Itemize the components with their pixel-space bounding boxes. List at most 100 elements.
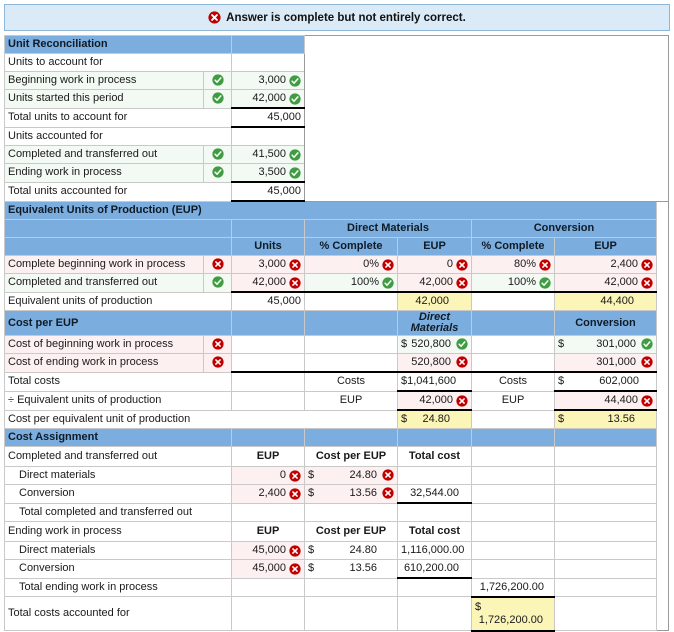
correct-icon xyxy=(289,92,301,105)
ending-work-in-process-eup-1[interactable]: 45,000 xyxy=(231,559,305,579)
ending-work-in-process-hdr-total-cost: Total cost xyxy=(397,521,472,542)
completed-transferred-out-label: Completed and transferred out xyxy=(4,446,232,467)
ur-label-6: Ending work in process xyxy=(4,163,204,183)
cpe-row-label-mark-1 xyxy=(203,353,232,373)
eup-units-1-value: 42,000 xyxy=(252,276,286,288)
completed-transferred-out-hdr-eup: EUP xyxy=(231,446,305,467)
incorrect-icon xyxy=(456,356,468,368)
ending-work-in-process-label: Ending work in process xyxy=(4,521,232,542)
ur-value-3: 45,000 xyxy=(231,107,305,128)
eup-total-eup-dm[interactable]: 42,000 xyxy=(397,291,472,311)
eup-pct-dm-1[interactable]: 100% xyxy=(304,273,398,293)
ending-work-in-process-total-label: Total ending work in process xyxy=(4,577,232,597)
correct-icon xyxy=(456,338,468,350)
total-costs-cv-caption: Costs xyxy=(471,371,555,392)
ur-value-6[interactable]: 3,500 xyxy=(231,163,305,183)
incorrect-icon xyxy=(641,356,653,368)
eup-pct-cv-1[interactable]: 100% xyxy=(471,273,555,293)
correct-icon xyxy=(211,74,224,86)
incorrect-icon xyxy=(211,258,224,270)
eup-units-1[interactable]: 42,000 xyxy=(231,273,305,293)
incorrect-icon xyxy=(382,487,394,499)
table-row: Direct materials 0 $24.80 xyxy=(4,466,669,485)
incorrect-icon xyxy=(382,258,394,271)
divide-eup-cv-caption: EUP xyxy=(471,390,555,411)
divide-eup-dm-caption: EUP xyxy=(304,390,398,411)
completed-transferred-out-total-blank-c xyxy=(554,502,657,522)
divide-eup-label: ÷ Equivalent units of production xyxy=(4,390,232,411)
ur-value-1[interactable]: 3,000 xyxy=(231,71,305,90)
ending-work-in-process-cost-0[interactable]: $24.80 xyxy=(304,541,398,560)
ur-value-5[interactable]: 41,500 xyxy=(231,145,305,164)
cost-per-unit-blank xyxy=(471,409,555,429)
completed-transferred-out-total-blank-a xyxy=(304,502,398,522)
cpe-row-label-0: Cost of beginning work in process xyxy=(4,335,204,354)
cpe-row-label-1: Cost of ending work in process xyxy=(4,353,204,373)
cpe-cv-1[interactable]: 301,000 xyxy=(554,353,657,373)
completed-transferred-out-cost-1[interactable]: $13.56 xyxy=(304,484,398,504)
completed-transferred-out-eup-1-value: 2,400 xyxy=(258,487,286,500)
eup-eup-cv-1[interactable]: 42,000 xyxy=(554,273,657,293)
eup-pct-cv-0-value: 80% xyxy=(513,258,536,270)
incorrect-icon xyxy=(641,276,653,289)
cpe-empty-1 xyxy=(304,353,398,373)
eup-units-0[interactable]: 3,000 xyxy=(231,255,305,274)
table-row: Conversion 2,400 $13.56 32,544.00 xyxy=(4,484,669,504)
ending-work-in-process-hdr-blank xyxy=(554,521,657,542)
completed-transferred-out-hdr-cost-per-eup: Cost per EUP xyxy=(304,446,398,467)
cpe-hdr-conversion: Conversion xyxy=(554,310,657,336)
eup-pct-cv-1-value: 100% xyxy=(507,276,536,288)
divide-eup-row: ÷ Equivalent units of production EUP 42,00… xyxy=(4,390,669,411)
divide-eup-dm[interactable]: 42,000 xyxy=(397,390,472,411)
eup-group-blank-2 xyxy=(231,219,305,238)
completed-transferred-out-cost-0[interactable]: $24.80 xyxy=(304,466,398,485)
ending-work-in-process-cost-1[interactable]: $13.56 xyxy=(304,559,398,579)
ending-work-in-process-row-label-1: Conversion xyxy=(4,559,232,579)
completed-transferred-out-eup-0-value: 0 xyxy=(279,469,286,481)
cost-per-unit-cv[interactable]: $13.56 xyxy=(554,409,657,429)
completed-transferred-out-eup-1[interactable]: 2,400 xyxy=(231,484,305,504)
completed-transferred-out-row-blank-1 xyxy=(554,484,657,504)
divide-eup-cv[interactable]: 44,400 xyxy=(554,390,657,411)
eup-eup-dm-0[interactable]: 0 xyxy=(397,255,472,274)
incorrect-icon xyxy=(456,394,468,407)
eup-row-label-mark-1 xyxy=(203,273,232,293)
unit-reconciliation-header-blank xyxy=(231,35,305,54)
correct-icon xyxy=(211,148,224,160)
cpe-dm-1[interactable]: 520,800 xyxy=(397,353,472,373)
cost-per-eup-header-row: Cost per EUP Direct Materials Conversion xyxy=(4,310,669,336)
completed-transferred-out-cost-1-value: 13.56 xyxy=(349,487,377,500)
eup-pct-cv-0[interactable]: 80% xyxy=(471,255,555,274)
ur-value-6-value: 3,500 xyxy=(258,166,286,178)
total-costs-dm: $1,041,600 xyxy=(397,371,472,392)
spacer-cell xyxy=(656,559,669,578)
table-row: Completed and transferred out 42,000 100% 4… xyxy=(4,273,669,293)
eup-title-row: Equivalent Units of Production (EUP) xyxy=(4,200,669,220)
eup-col-eup-dm: EUP xyxy=(397,237,472,256)
spacer-cell xyxy=(656,466,669,485)
cost-assignment-hdr-blank xyxy=(304,428,398,447)
completed-transferred-out-row-label-0: Direct materials xyxy=(4,466,232,485)
eup-pct-dm-0[interactable]: 0% xyxy=(304,255,398,274)
cost-per-unit-dm[interactable]: $24.80 xyxy=(397,409,472,429)
unit-reconciliation-header-row: Unit Reconciliation xyxy=(4,35,670,202)
eup-eup-cv-0[interactable]: 2,400 xyxy=(554,255,657,274)
table-row: Completed and transferred out EUP Cost per… xyxy=(4,446,669,467)
spacer-cell xyxy=(656,372,669,391)
cpe-dm-0[interactable]: $520,800 xyxy=(397,335,472,354)
ending-work-in-process-eup-0[interactable]: 45,000 xyxy=(231,541,305,560)
ur-value-5-value: 41,500 xyxy=(252,148,286,160)
incorrect-icon xyxy=(539,258,551,271)
ur-value-2[interactable]: 42,000 xyxy=(231,89,305,109)
completed-transferred-out-total-label: Total completed and transferred out xyxy=(4,502,232,522)
completed-transferred-out-eup-0[interactable]: 0 xyxy=(231,466,305,485)
incorrect-icon xyxy=(211,356,224,368)
cpe-cv-0[interactable]: $301,000 xyxy=(554,335,657,354)
eup-eup-dm-1-value: 42,000 xyxy=(419,276,453,288)
eup-total-eup-cv[interactable]: 44,400 xyxy=(554,291,657,311)
ending-work-in-process-cost-1-value: 13.56 xyxy=(349,562,377,575)
spacer-cell xyxy=(656,521,669,542)
error-circle-icon xyxy=(208,11,221,24)
ur-value-2-value: 42,000 xyxy=(252,92,286,104)
eup-eup-dm-1[interactable]: 42,000 xyxy=(397,273,472,293)
